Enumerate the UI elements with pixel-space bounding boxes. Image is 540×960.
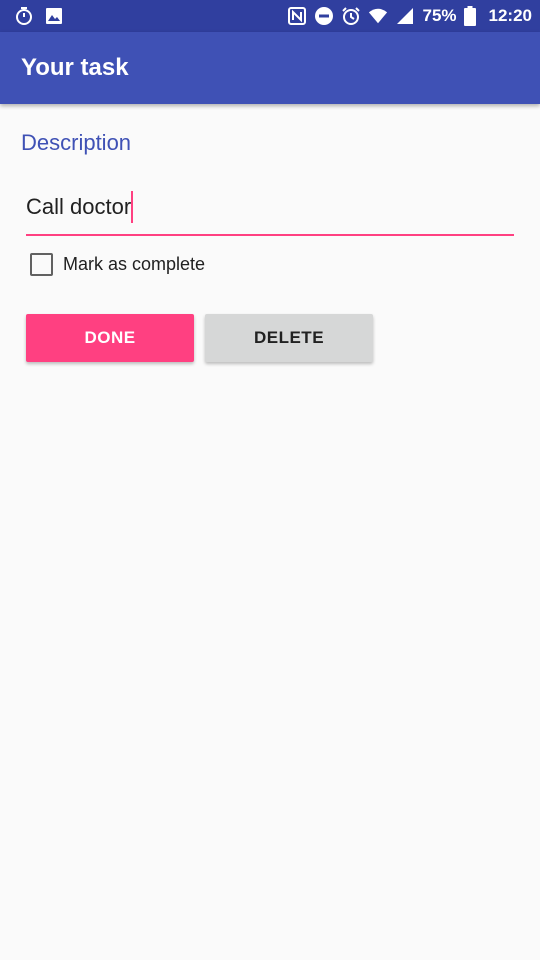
description-label: Description <box>21 130 132 155</box>
text-cursor <box>131 191 134 223</box>
battery-icon <box>463 6 476 26</box>
stopwatch-icon <box>14 6 34 26</box>
mark-complete-label: Mark as complete <box>63 254 206 274</box>
delete-button[interactable]: DELETE <box>205 314 373 362</box>
mark-complete-row[interactable]: Mark as complete <box>30 253 205 276</box>
alarm-icon <box>341 6 361 26</box>
status-bar-left <box>14 6 64 26</box>
page-title: Your task <box>21 54 129 81</box>
signal-icon <box>395 6 415 26</box>
done-button[interactable]: DONE <box>26 314 194 362</box>
description-input[interactable]: Call doctor <box>26 190 514 236</box>
image-icon <box>44 6 64 26</box>
status-bar: 75% 12:20 <box>0 0 540 32</box>
do-not-disturb-icon <box>314 6 334 26</box>
nfc-icon <box>287 6 307 26</box>
status-bar-right: 75% 12:20 <box>287 6 532 26</box>
mark-complete-checkbox[interactable] <box>30 253 53 276</box>
battery-percentage: 75% <box>422 6 457 25</box>
app-bar: Your task <box>0 32 540 104</box>
description-input-value: Call doctor <box>26 194 132 219</box>
wifi-icon <box>368 6 388 26</box>
status-time: 12:20 <box>488 6 532 25</box>
